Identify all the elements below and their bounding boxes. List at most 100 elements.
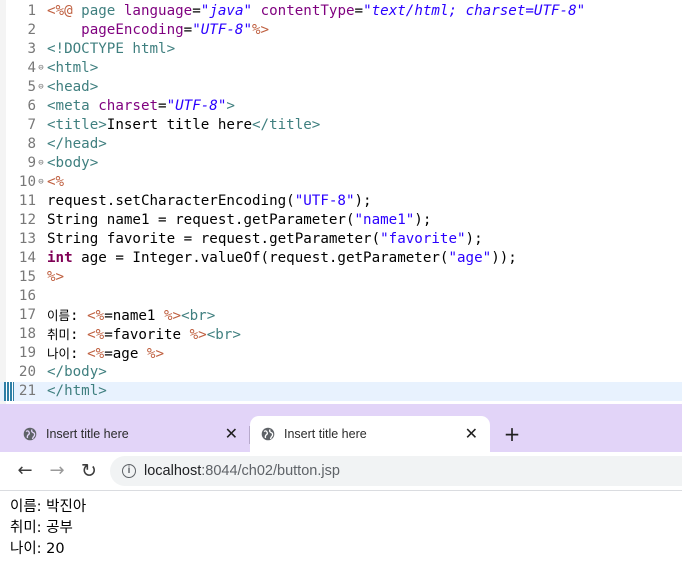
code-token: <%@ (47, 3, 82, 19)
code-line[interactable]: 13 String favorite = request.getParameter… (0, 230, 682, 249)
code-token: </html> (47, 383, 107, 399)
code-token: charset (98, 98, 159, 114)
code-line[interactable]: 11 request.setCharacterEncoding("UTF-8"); (0, 192, 682, 211)
code-token: : (70, 346, 88, 362)
globe-icon (261, 427, 275, 441)
code-editor[interactable]: 1 <%@ page language="java" contentType="t… (0, 0, 682, 404)
line-number: 8 (27, 136, 36, 152)
code-token: =name1 (104, 308, 164, 324)
globe-icon (23, 427, 37, 441)
line-code: 취미: <%=favorite %><br> (47, 325, 241, 345)
code-token: %> (252, 22, 270, 38)
code-line[interactable]: 20 </body> (0, 363, 682, 382)
code-token: <% (87, 346, 105, 362)
code-line[interactable]: 3 <!DOCTYPE html> (0, 40, 682, 59)
line-code: 나이: <%=age %> (47, 344, 164, 364)
code-token: "UTF-8" (166, 98, 227, 114)
code-line[interactable]: 6 <meta charset="UTF-8"> (0, 97, 682, 116)
line-code: <%@ page language="java" contentType="te… (47, 2, 585, 21)
code-token: = (183, 22, 193, 38)
code-token: <br> (206, 327, 241, 343)
code-token: : (70, 327, 88, 343)
fold-toggle-icon[interactable]: ⊖ (36, 59, 46, 78)
line-number: 5 (27, 79, 36, 95)
line-number: 19 (18, 345, 36, 361)
code-line[interactable]: 1 <%@ page language="java" contentType="t… (0, 2, 682, 21)
code-line[interactable]: 10 ⊖ <% (0, 173, 682, 192)
page-content: 이름: 박진아 취미: 공부 나이: 20 (0, 491, 682, 572)
line-number: 14 (18, 250, 36, 266)
line-code: <head> (47, 78, 98, 97)
output-age-line: 나이: 20 (10, 541, 65, 557)
address-bar[interactable]: i localhost:8044/ch02/button.jsp (110, 456, 682, 486)
code-token: age = Integer.valueOf(request.getParamet… (72, 250, 449, 266)
code-token: %> (146, 346, 165, 362)
forward-button[interactable]: → (44, 458, 70, 484)
code-token: </title> (252, 117, 321, 133)
fold-toggle-icon[interactable]: ⊖ (36, 173, 46, 192)
fold-toggle-icon[interactable]: ⊖ (36, 78, 46, 97)
tab-active[interactable]: Insert title here ✕ (250, 416, 490, 452)
code-token: = (354, 3, 364, 19)
code-token: String favorite = request.getParameter( (47, 231, 381, 247)
line-code: <html> (47, 59, 98, 78)
line-code: request.setCharacterEncoding("UTF-8"); (47, 192, 372, 211)
code-line[interactable]: 5 ⊖ <head> (0, 78, 682, 97)
line-code: </html> (47, 382, 107, 401)
line-number: 18 (18, 326, 36, 342)
code-token: <html> (47, 60, 99, 76)
line-code: pageEncoding="UTF-8"%> (47, 21, 269, 40)
back-button[interactable]: ← (12, 458, 38, 484)
url-text[interactable]: localhost:8044/ch02/button.jsp (144, 456, 340, 486)
code-line[interactable]: 15 %> (0, 268, 682, 287)
code-line[interactable]: 17 이름: <%=name1 %><br> (0, 306, 682, 325)
code-token: "UTF-8" (294, 193, 355, 209)
code-token: contentType (260, 3, 355, 19)
code-line[interactable]: 18 취미: <%=favorite %><br> (0, 325, 682, 344)
code-line[interactable]: 7 <title>Insert title here</title> (0, 116, 682, 135)
line-number: 7 (27, 117, 36, 133)
code-token: =age (104, 346, 147, 362)
reload-button[interactable]: ↻ (76, 458, 102, 484)
code-token: "UTF-8" (192, 22, 253, 38)
code-token: = (192, 3, 201, 19)
code-token: <br> (181, 308, 216, 324)
close-tab-icon[interactable]: ✕ (225, 416, 238, 452)
line-code: String name1 = request.getParameter("nam… (47, 211, 431, 230)
line-code: %> (47, 268, 64, 287)
code-line[interactable]: 19 나이: <%=age %> (0, 344, 682, 363)
line-number: 6 (27, 98, 36, 114)
code-token: pageEncoding (81, 22, 184, 38)
code-token: <meta (47, 98, 99, 114)
info-icon[interactable]: i (122, 464, 136, 478)
code-line[interactable]: 16 (0, 287, 682, 306)
code-token: page (81, 3, 116, 19)
code-token: <% (87, 308, 105, 324)
url-host: localhost (144, 463, 202, 479)
line-code: </body> (47, 363, 107, 382)
code-line[interactable]: 9 ⊖ <body> (0, 154, 682, 173)
code-line[interactable]: 21 </html> (0, 382, 682, 401)
close-tab-icon[interactable]: ✕ (465, 416, 478, 452)
code-token: ); (465, 231, 483, 247)
tab-inactive[interactable]: Insert title here ✕ (12, 416, 250, 452)
line-number: 20 (18, 364, 36, 380)
code-line[interactable]: 14 int age = Integer.valueOf(request.getP… (0, 249, 682, 268)
line-code: 이름: <%=name1 %><br> (47, 306, 215, 326)
tab-title: Insert title here (284, 427, 367, 441)
code-token: <% (47, 174, 65, 190)
code-line[interactable]: 8 </head> (0, 135, 682, 154)
code-line[interactable]: 12 String name1 = request.getParameter("n… (0, 211, 682, 230)
code-line[interactable]: 2 pageEncoding="UTF-8"%> (0, 21, 682, 40)
code-token: language (123, 3, 193, 19)
output-name-line: 이름: 박진아 (10, 499, 87, 515)
line-number: 21 (18, 383, 36, 399)
new-tab-button[interactable]: + (500, 422, 524, 446)
fold-toggle-icon[interactable]: ⊖ (36, 154, 46, 173)
code-line[interactable]: 4 ⊖ <html> (0, 59, 682, 78)
code-token: > (226, 98, 235, 114)
line-code: <title>Insert title here</title> (47, 116, 320, 135)
